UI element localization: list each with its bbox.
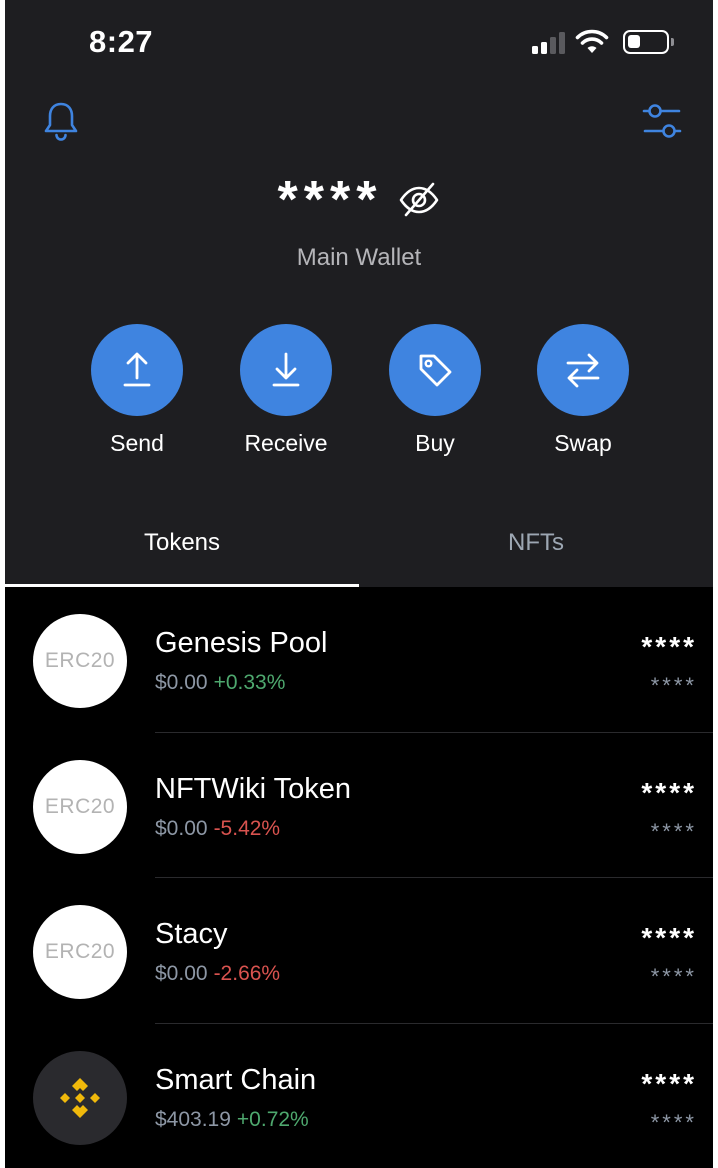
wallet-screen: 8:27 **** Main Wallet Send Receive Buy S… bbox=[5, 0, 713, 1168]
swap-label: Swap bbox=[554, 430, 612, 456]
wallet-name[interactable]: Main Wallet bbox=[5, 244, 713, 272]
arrow-down-icon bbox=[272, 352, 300, 387]
bell-icon[interactable] bbox=[41, 100, 81, 142]
buy-label: Buy bbox=[415, 430, 455, 456]
tab-tokens[interactable]: Tokens bbox=[5, 520, 359, 587]
token-amount: **** bbox=[641, 631, 697, 662]
receive-label: Receive bbox=[244, 430, 328, 456]
token-price: $0.00 bbox=[155, 671, 208, 694]
cellular-signal-icon bbox=[532, 30, 565, 54]
erc20-logo-icon: ERC20 bbox=[33, 905, 127, 999]
token-fiat-value: **** bbox=[650, 818, 697, 844]
token-price: $0.00 bbox=[155, 962, 208, 985]
token-row-nftwiki[interactable]: ERC20 NFTWiki Token $0.00 -5.42% **** ***… bbox=[5, 733, 713, 878]
token-fiat-value: **** bbox=[650, 673, 697, 698]
tab-bar: Tokens NFTs bbox=[5, 520, 713, 587]
token-price: $0.00 bbox=[155, 816, 208, 840]
battery-icon bbox=[623, 30, 674, 54]
buy-button[interactable]: Buy bbox=[365, 324, 505, 457]
token-name: Smart Chain bbox=[155, 1063, 317, 1096]
token-change: +0.33% bbox=[213, 671, 286, 694]
token-amount: **** bbox=[641, 776, 697, 808]
token-row-genesis-pool[interactable]: ERC20 Genesis Pool $0.00 +0.33% **** **** bbox=[5, 587, 713, 733]
arrow-up-icon bbox=[123, 352, 151, 387]
erc20-logo-icon: ERC20 bbox=[33, 759, 127, 854]
token-name: Genesis Pool bbox=[155, 627, 328, 659]
token-change: +0.72% bbox=[236, 1107, 309, 1131]
swap-button[interactable]: Swap bbox=[513, 324, 653, 457]
token-amount: **** bbox=[641, 922, 697, 953]
wifi-icon bbox=[575, 29, 609, 53]
swap-arrows-icon bbox=[566, 353, 600, 388]
wallet-header: 8:27 **** Main Wallet Send Receive Buy S… bbox=[5, 0, 713, 587]
token-row-stacy[interactable]: ERC20 Stacy $0.00 -2.66% **** **** bbox=[5, 878, 713, 1024]
token-name: NFTWiki Token bbox=[155, 772, 352, 805]
status-time: 8:27 bbox=[89, 24, 154, 59]
token-change: -2.66% bbox=[213, 962, 281, 985]
token-fiat-value: **** bbox=[650, 1109, 697, 1135]
token-row-smart-chain[interactable]: Smart Chain $403.19 +0.72% **** **** bbox=[5, 1024, 713, 1168]
token-amount: **** bbox=[641, 1067, 697, 1099]
send-button[interactable]: Send bbox=[67, 324, 207, 457]
balance-value: **** bbox=[277, 171, 383, 229]
send-label: Send bbox=[110, 430, 164, 456]
token-change: -5.42% bbox=[213, 816, 281, 840]
tab-nfts[interactable]: NFTs bbox=[359, 520, 713, 587]
receive-button[interactable]: Receive bbox=[216, 324, 356, 457]
eye-hidden-icon[interactable] bbox=[398, 179, 440, 221]
token-price: $403.19 bbox=[155, 1107, 231, 1131]
settings-sliders-icon[interactable] bbox=[641, 100, 683, 142]
erc20-logo-icon: ERC20 bbox=[33, 614, 127, 708]
tag-icon bbox=[419, 354, 452, 387]
token-fiat-value: **** bbox=[650, 964, 697, 989]
token-list: ERC20 Genesis Pool $0.00 +0.33% **** ****… bbox=[5, 587, 713, 1168]
status-icons bbox=[532, 29, 674, 55]
token-name: Stacy bbox=[155, 918, 228, 950]
bnb-logo-icon bbox=[33, 1050, 127, 1145]
balance-section: **** Main Wallet bbox=[5, 174, 713, 272]
